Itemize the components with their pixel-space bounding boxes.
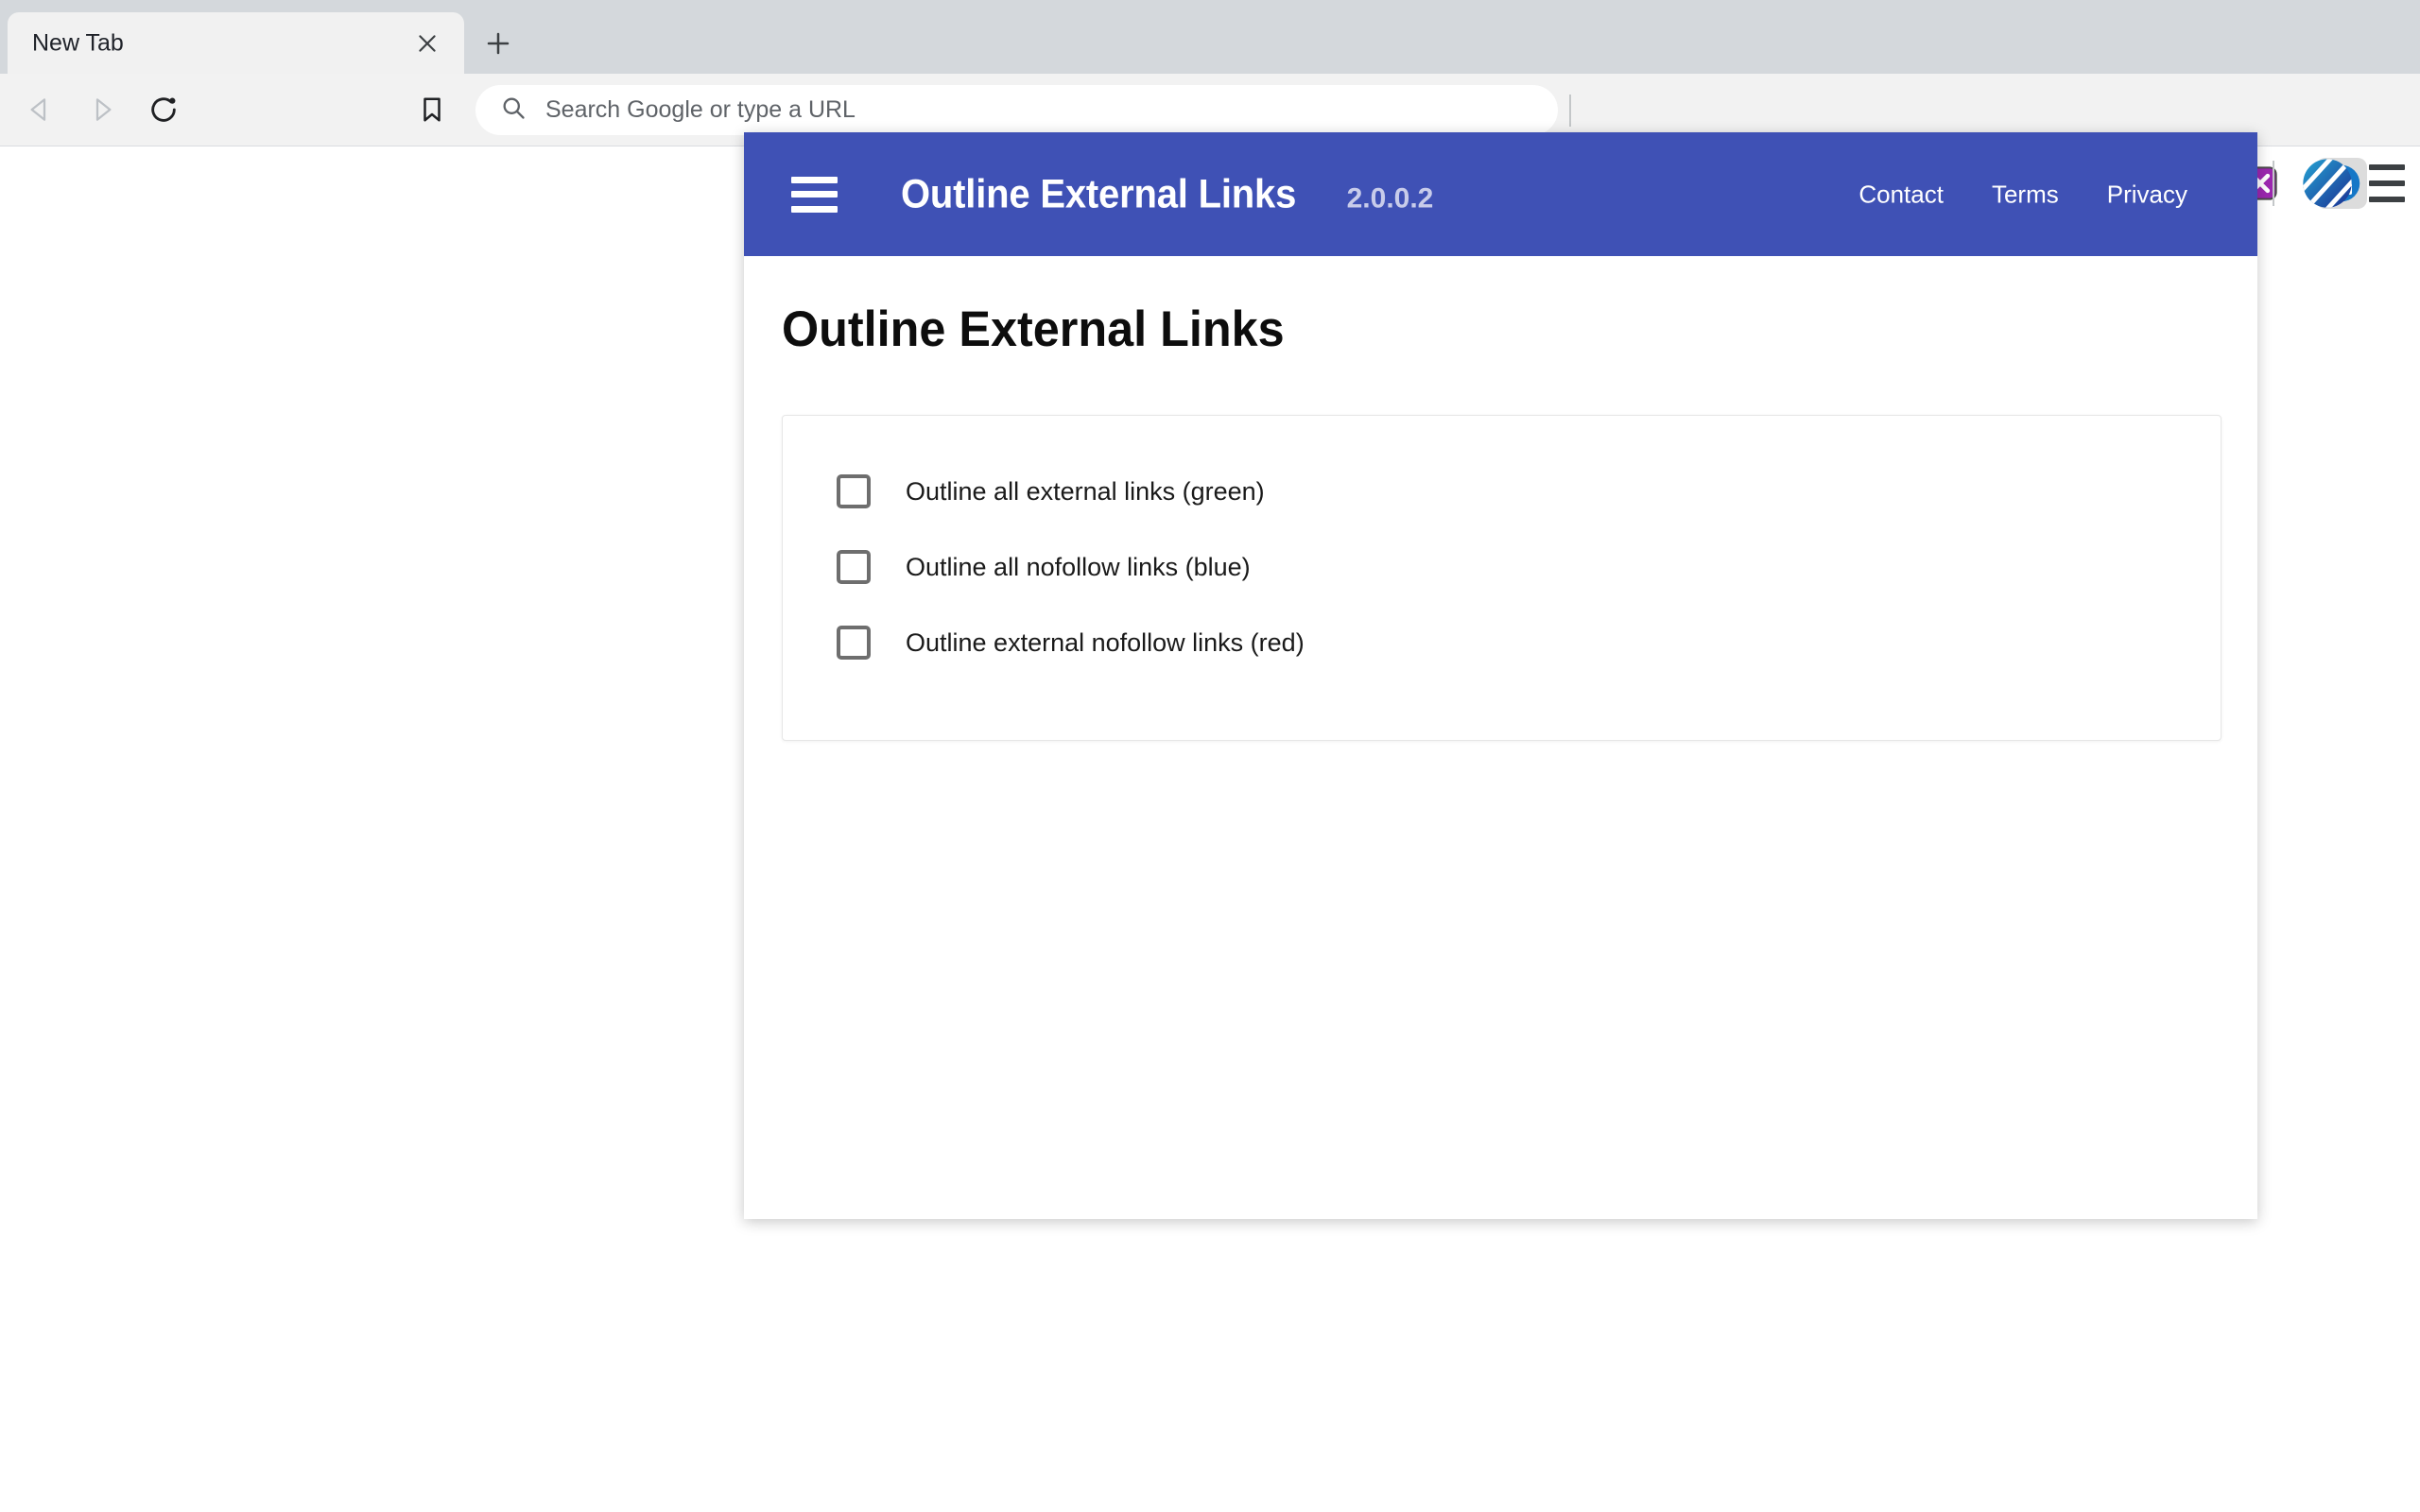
- tab-title: New Tab: [32, 29, 124, 56]
- omnibox-placeholder: Search Google or type a URL: [545, 96, 856, 123]
- browser-window: New Tab Search Google or type a URL Outl…: [0, 0, 2420, 1512]
- checkbox-outline-nofollow-links[interactable]: [837, 550, 871, 584]
- toolbar-divider-left: [1569, 94, 1571, 127]
- search-input[interactable]: Search Google or type a URL: [475, 85, 1558, 135]
- bookmark-icon[interactable]: [408, 86, 456, 133]
- popup-brand: Outline External Links 2.0.0.2: [901, 171, 1433, 217]
- checkbox-outline-external-links[interactable]: [837, 474, 871, 508]
- striped-blue-circle-logo[interactable]: [2301, 157, 2354, 210]
- new-tab-button[interactable]: [477, 23, 519, 64]
- page-title: Outline External Links: [782, 301, 1285, 357]
- toolbar-divider-right: [2273, 161, 2274, 206]
- hamburger-menu-icon[interactable]: [2369, 164, 2405, 202]
- option-row-external-nofollow-links[interactable]: Outline external nofollow links (red): [837, 626, 1305, 660]
- nav-link-contact[interactable]: Contact: [1858, 180, 1944, 209]
- checkbox-outline-external-nofollow-links[interactable]: [837, 626, 871, 660]
- popup-nav: Contact Terms Privacy: [1858, 180, 2187, 209]
- close-icon[interactable]: [411, 27, 443, 60]
- option-label: Outline external nofollow links (red): [906, 627, 1305, 657]
- extension-popup: Outline External Links 2.0.0.2 Contact T…: [744, 132, 2257, 1219]
- options-card: Outline all external links (green) Outli…: [782, 415, 2221, 741]
- popup-app-version: 2.0.0.2: [1346, 182, 1434, 214]
- menu-bar-2: [2369, 180, 2405, 186]
- popup-hamburger-menu-icon[interactable]: [791, 176, 838, 213]
- nav-link-privacy[interactable]: Privacy: [2107, 180, 2187, 209]
- popup-header: Outline External Links 2.0.0.2 Contact T…: [744, 132, 2257, 256]
- back-arrow-icon[interactable]: [17, 86, 64, 133]
- option-label: Outline all external links (green): [906, 476, 1265, 506]
- forward-arrow-icon[interactable]: [78, 86, 125, 133]
- tab-strip: New Tab: [0, 0, 2420, 74]
- menu-bar-1: [2369, 164, 2405, 170]
- option-row-external-links[interactable]: Outline all external links (green): [837, 474, 1265, 508]
- option-label: Outline all nofollow links (blue): [906, 552, 1251, 581]
- option-row-nofollow-links[interactable]: Outline all nofollow links (blue): [837, 550, 1251, 584]
- menu-bar-3: [2369, 197, 2405, 202]
- popup-menu-bar-1: [791, 176, 838, 183]
- popup-menu-bar-3: [791, 205, 838, 213]
- reload-icon[interactable]: [140, 86, 187, 133]
- nav-link-terms[interactable]: Terms: [1992, 180, 2059, 209]
- browser-tab[interactable]: New Tab: [8, 12, 464, 74]
- popup-menu-bar-2: [791, 191, 838, 198]
- search-icon: [500, 94, 527, 126]
- popup-app-title: Outline External Links: [901, 171, 1297, 216]
- popup-body: Outline External Links Outline all exter…: [744, 256, 2257, 1219]
